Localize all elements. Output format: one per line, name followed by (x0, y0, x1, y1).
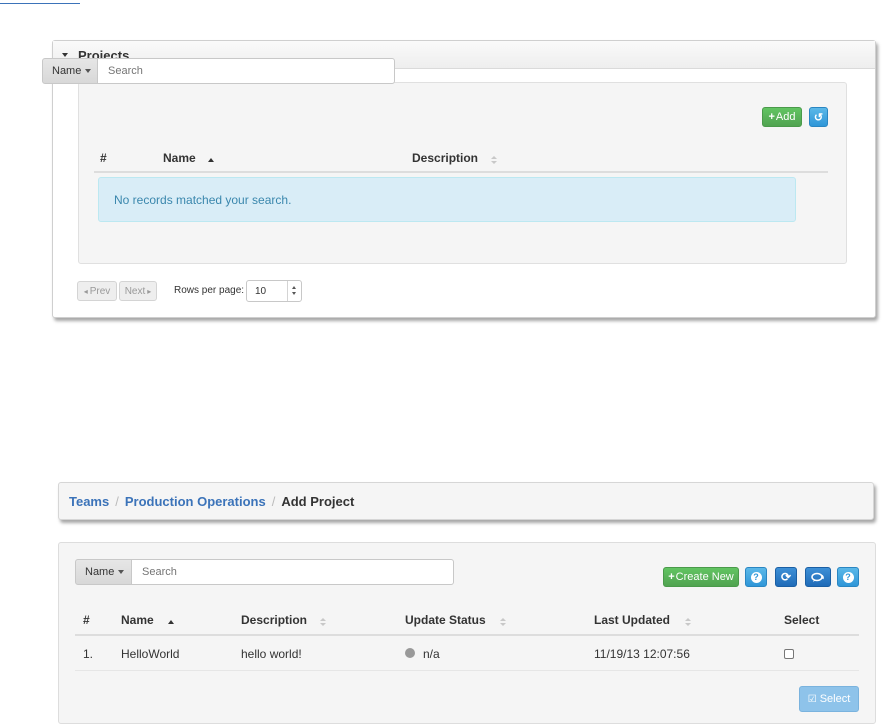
sort-icon[interactable] (320, 615, 327, 629)
column-header-name[interactable]: Name (121, 613, 154, 627)
top-link-underline[interactable] (0, 0, 80, 4)
select-button[interactable]: ☑ Select (799, 686, 859, 712)
breadcrumb-link-teams[interactable]: Teams (69, 494, 109, 509)
help-button[interactable]: ? (837, 567, 859, 587)
rows-per-page-label: Rows per page: (174, 285, 245, 296)
search-field-dropdown[interactable]: Name (42, 58, 98, 84)
empty-message: No records matched your search. (114, 193, 292, 207)
column-header-number: # (83, 613, 90, 627)
next-page-button[interactable]: Next ▸ (119, 281, 157, 301)
comments-button[interactable] (805, 567, 831, 587)
help-button[interactable]: ? (745, 567, 767, 587)
refresh-button[interactable]: ↺ (809, 107, 828, 127)
sync-icon: ⟳ (780, 570, 792, 584)
create-new-label: Create New (675, 571, 734, 583)
prev-label: Prev (89, 285, 111, 297)
refresh-icon: ↺ (813, 111, 824, 124)
rows-per-page-value: 10 (255, 286, 267, 297)
column-header-name[interactable]: Name (163, 151, 196, 165)
row-number: 1. (83, 647, 94, 661)
create-new-button[interactable]: + Create New (663, 567, 739, 587)
column-header-description[interactable]: Description (241, 613, 307, 627)
prev-page-button[interactable]: ◂ Prev (77, 281, 117, 301)
sort-icon[interactable] (685, 615, 692, 629)
row-description: hello world! (241, 647, 302, 661)
chevron-down-icon (85, 69, 92, 73)
chevron-left-icon: ◂ (83, 286, 88, 296)
rows-per-page-select[interactable]: 10 (246, 280, 302, 302)
table-header-divider (94, 171, 828, 173)
question-icon: ? (750, 571, 762, 583)
column-header-number: # (100, 151, 107, 165)
plus-icon: + (768, 111, 775, 123)
column-header-select: Select (784, 613, 820, 627)
breadcrumb-separator: / (271, 494, 276, 509)
chevron-down-icon (118, 570, 125, 574)
row-last-updated: 11/19/13 12:07:56 (594, 647, 690, 661)
empty-alert: No records matched your search. (98, 177, 796, 222)
breadcrumb-link-production-operations[interactable]: Production Operations (125, 494, 266, 509)
next-label: Next (124, 285, 146, 297)
search-field-label: Name (52, 65, 82, 77)
sync-button[interactable]: ⟳ (775, 567, 797, 587)
chat-bubbles-icon (811, 572, 824, 582)
row-name[interactable]: HelloWorld (121, 647, 179, 661)
row-select-checkbox[interactable] (784, 649, 794, 659)
spinner-arrows-icon[interactable] (287, 281, 301, 301)
table-header-divider (75, 634, 859, 636)
projects-search-group: Name (42, 58, 395, 84)
sort-icon[interactable] (500, 615, 507, 629)
sort-icon[interactable] (491, 153, 498, 167)
search-field-label: Name (85, 566, 115, 578)
breadcrumb-trail: Teams / Production Operations / Add Project (69, 494, 354, 509)
select-button-label: Select (819, 693, 851, 705)
search-field-dropdown[interactable]: Name (75, 559, 132, 585)
search-input[interactable] (98, 58, 395, 84)
question-icon: ? (842, 571, 854, 583)
project-search-group: Name (75, 559, 454, 585)
row-divider (75, 670, 859, 671)
projects-well (78, 82, 847, 264)
collapse-caret-icon[interactable] (62, 53, 68, 57)
breadcrumb-separator: / (115, 494, 119, 509)
column-header-description[interactable]: Description (412, 151, 478, 165)
sort-ascending-icon[interactable] (208, 152, 214, 166)
add-button[interactable]: + Add (762, 107, 802, 127)
row-status: n/a (423, 647, 440, 661)
check-square-icon: ☑ (807, 693, 817, 705)
breadcrumb-current: Add Project (281, 494, 355, 509)
column-header-update-status[interactable]: Update Status (405, 613, 486, 627)
search-input[interactable] (132, 559, 454, 585)
plus-icon: + (668, 571, 675, 583)
sort-ascending-icon[interactable] (168, 614, 174, 628)
breadcrumb: Teams / Production Operations / Add Project (58, 482, 874, 520)
add-button-label: Add (775, 111, 796, 123)
column-header-last-updated[interactable]: Last Updated (594, 613, 670, 627)
status-dot-icon (405, 648, 415, 658)
chevron-right-icon: ▸ (147, 286, 152, 296)
